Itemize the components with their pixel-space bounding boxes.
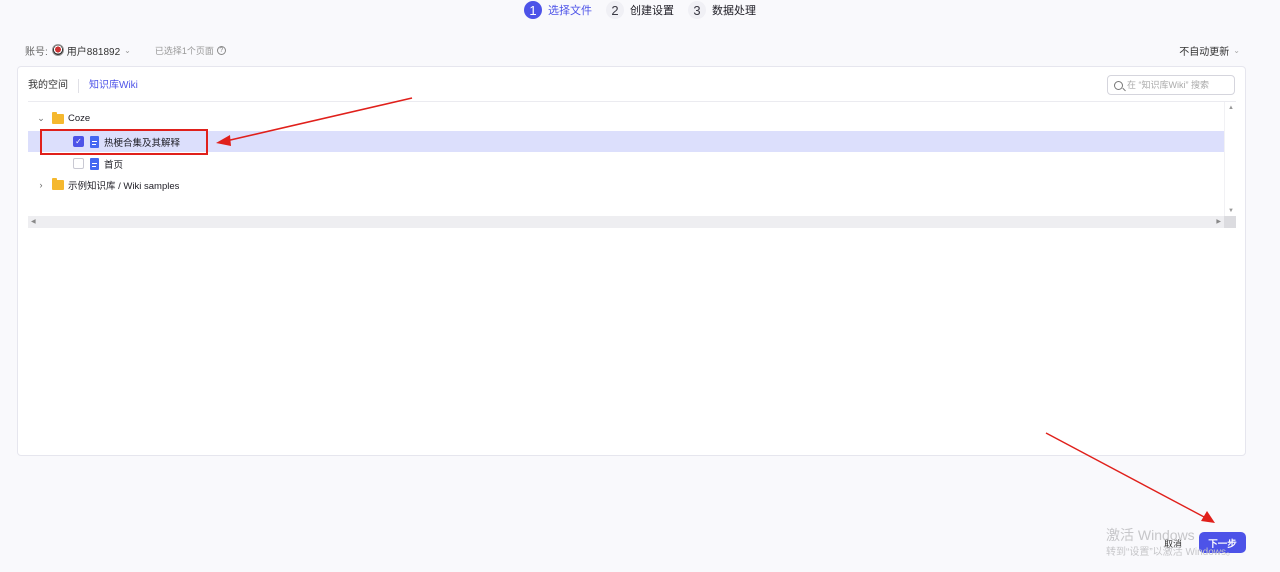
- chevron-down-icon: ⌄: [1233, 45, 1240, 55]
- tree-folder-coze[interactable]: ⌄ Coze: [28, 108, 1224, 129]
- tree-item-label: 首页: [104, 159, 124, 171]
- scrollbar-corner: [1224, 216, 1236, 228]
- tree-doc-home[interactable]: 首页: [28, 153, 1224, 174]
- avatar: [51, 44, 64, 56]
- checkbox[interactable]: [73, 158, 84, 169]
- search-box[interactable]: [1107, 75, 1235, 95]
- auto-update-select[interactable]: 不自动更新 ⌄: [1179, 43, 1240, 58]
- tab-divider: [78, 79, 79, 93]
- chevron-right-icon[interactable]: ›: [36, 180, 46, 190]
- folder-icon: [52, 177, 64, 190]
- document-icon: [90, 157, 99, 170]
- account-selector[interactable]: 用户881892 ⌄: [51, 43, 131, 58]
- step-number: 2: [606, 1, 624, 19]
- tree-folder-wiki-samples[interactable]: › 示例知识库 / Wiki samples: [28, 174, 1224, 195]
- horizontal-scrollbar[interactable]: ◀ ▶: [28, 216, 1224, 228]
- search-input[interactable]: [1127, 80, 1232, 90]
- cancel-button[interactable]: 取消: [1158, 535, 1188, 551]
- step-label: 选择文件: [548, 5, 592, 17]
- step-data-processing: 3 数据处理: [688, 1, 756, 19]
- selected-count-text: 已选择1个页面: [154, 45, 214, 56]
- next-step-button[interactable]: 下一步: [1199, 532, 1246, 553]
- scroll-up-icon[interactable]: ▲: [1225, 105, 1237, 111]
- scroll-down-icon[interactable]: ▼: [1225, 208, 1237, 214]
- source-tabs: 我的空间 知识库Wiki: [28, 79, 138, 93]
- account-label: 账号:: [25, 46, 48, 58]
- selected-count: 已选择1个页面 ?: [155, 44, 226, 57]
- folder-icon: [52, 111, 64, 124]
- step-number: 3: [688, 1, 706, 19]
- file-tree: ⌄ Coze ✓ 热梗合集及其解释 首页 › 示例知识库 / Wiki samp…: [28, 101, 1236, 228]
- scroll-left-icon[interactable]: ◀: [31, 218, 36, 225]
- auto-update-label: 不自动更新: [1179, 46, 1230, 58]
- chevron-down-icon[interactable]: ⌄: [36, 113, 46, 124]
- tree-item-label: Coze: [68, 113, 91, 124]
- step-create-settings: 2 创建设置: [606, 1, 674, 19]
- annotation-highlight-box: [40, 129, 208, 155]
- tree-item-label: 示例知识库 / Wiki samples: [68, 180, 180, 192]
- search-icon: [1114, 80, 1123, 90]
- step-number: 1: [524, 1, 542, 19]
- tab-wiki[interactable]: 知识库Wiki: [89, 79, 138, 93]
- file-picker-panel: 我的空间 知识库Wiki ⌄ Coze ✓ 热梗合集及其解释 首页 › 示例知识…: [17, 66, 1246, 456]
- scroll-right-icon[interactable]: ▶: [1216, 218, 1221, 225]
- stepper: 1 选择文件 2 创建设置 3 数据处理: [0, 0, 1280, 20]
- step-select-file: 1 选择文件: [524, 1, 592, 19]
- step-label: 创建设置: [630, 5, 674, 17]
- chevron-down-icon: ⌄: [124, 45, 131, 55]
- info-icon[interactable]: ?: [216, 45, 226, 55]
- step-label: 数据处理: [712, 5, 756, 17]
- tab-my-space[interactable]: 我的空间: [28, 79, 68, 93]
- account-username: 用户881892: [66, 46, 121, 58]
- vertical-scrollbar[interactable]: ▲ ▼: [1224, 102, 1236, 228]
- account-row: 账号: 用户881892 ⌄ 已选择1个页面 ? 不自动更新 ⌄: [25, 42, 1240, 58]
